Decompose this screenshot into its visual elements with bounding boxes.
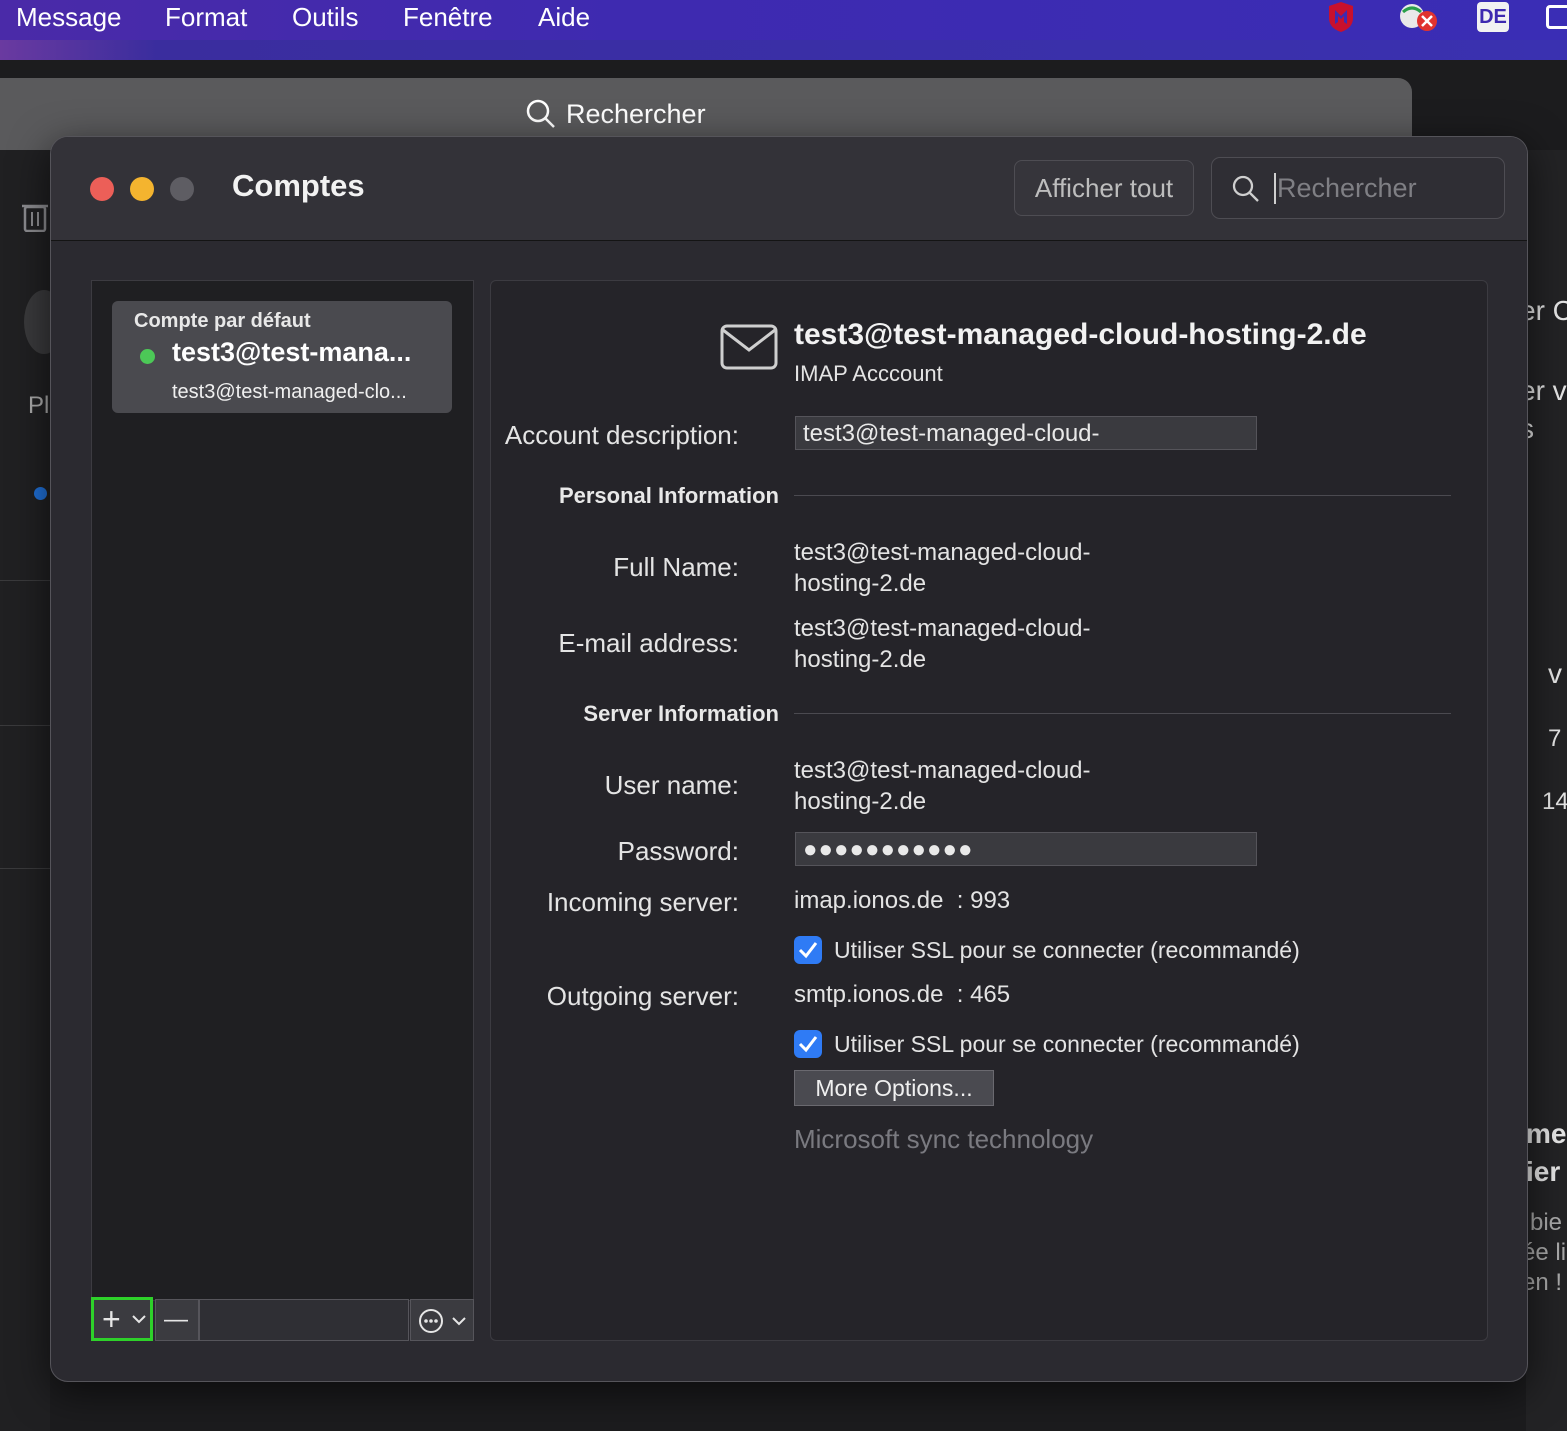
preview-text-fragment: me [1526,1118,1567,1149]
menu-bar-stripe [0,40,1567,60]
remove-account-button[interactable]: — [155,1299,199,1341]
preview-text-fragment: ée li [1526,1239,1567,1266]
accounts-dialog: Comptes Afficher tout Rechercher Compte … [50,136,1528,1382]
incoming-ssl-checkbox[interactable] [794,936,822,964]
menu-fenetre[interactable]: Fenêtre [403,0,493,34]
network-error-icon[interactable] [1395,2,1439,32]
preview-text-fragment: bie [1530,1209,1563,1236]
account-list-item[interactable]: Compte par défaut test3@test-mana... tes… [112,301,452,413]
full-name-value: test3@test-managed-cloud- hosting-2.de [794,537,1091,599]
menu-message[interactable]: Message [16,0,122,34]
full-name-line: hosting-2.de [794,570,927,597]
account-description-label: Account description: [504,420,739,450]
personal-info-heading: Personal Information [558,483,779,508]
menu-outils[interactable]: Outils [292,0,358,34]
search-placeholder: Rechercher [1274,173,1417,204]
dialog-title: Comptes [232,168,365,203]
trash-icon[interactable] [22,200,48,232]
ellipsis-circle-icon [419,1309,443,1333]
chevron-down-icon [132,1315,146,1324]
menu-aide[interactable]: Aide [538,0,590,34]
account-type: IMAP Acccount [794,361,943,386]
preview-text-fragment: ier [1526,1156,1561,1187]
account-list-toolbar: + — [91,1297,474,1341]
account-name: test3@test-mana... [172,337,412,367]
preview-text-fragment: er v [1526,375,1567,406]
minimize-button[interactable] [130,177,154,201]
account-email: test3@test-managed-clo... [172,381,407,403]
password-field[interactable]: ●●●●●●●●●●● [795,832,1257,866]
checkmark-icon [798,1036,818,1053]
mail-preview-pane: er C er v s v 7 14 me ier bie ée li en ! [1526,150,1567,1431]
mail-search-label: Rechercher [566,98,706,129]
toolbar-spacer [199,1299,409,1341]
full-name-line: test3@test-managed-cloud- [794,539,1091,566]
checkmark-icon [798,942,818,959]
search-icon [1232,175,1259,202]
divider [794,495,1451,496]
default-account-header: Compte par défaut [134,310,311,332]
preview-text-fragment: 7 [1548,725,1562,752]
email-label: E-mail address: [558,628,739,658]
mcafee-shield-icon[interactable] [1325,2,1357,32]
full-name-label: Full Name: [613,552,739,582]
email-line: test3@test-managed-cloud- [794,615,1091,642]
username-line: hosting-2.de [794,788,927,815]
incoming-server-value: imap.ionos.de : 993 [794,887,1011,914]
email-value: test3@test-managed-cloud- hosting-2.de [794,613,1091,675]
outgoing-server-value: smtp.ionos.de : 465 [794,981,1011,1008]
preview-text-fragment: 14 [1542,788,1567,815]
divider [794,713,1451,714]
search-icon [526,99,555,128]
chevron-down-icon [452,1317,466,1326]
preview-text-fragment: en ! [1526,1269,1563,1296]
username-value: test3@test-managed-cloud- hosting-2.de [794,755,1091,817]
outgoing-ssl-checkbox[interactable] [794,1030,822,1058]
unread-dot [34,487,47,500]
username-line: test3@test-managed-cloud- [794,757,1091,784]
dialog-search-input[interactable]: Rechercher [1211,157,1505,219]
incoming-server-label: Incoming server: [546,887,739,917]
email-line: hosting-2.de [794,646,927,673]
mail-sidebar: Pl [0,150,64,1431]
status-online-icon [140,349,155,364]
plus-icon: + [102,1301,121,1337]
outgoing-ssl-label: Utiliser SSL pour se connecter (recomman… [834,1031,1300,1057]
incoming-ssl-label: Utiliser SSL pour se connecter (recomman… [834,937,1300,963]
mail-search[interactable]: Rechercher [526,96,706,132]
server-info-heading: Server Information [583,701,779,726]
preview-text-fragment: v [1548,658,1562,689]
outgoing-server-label: Outgoing server: [546,981,739,1011]
account-details-pane: test3@test-managed-cloud-hosting-2.de IM… [490,280,1488,1341]
menu-format[interactable]: Format [165,0,247,34]
account-actions-button[interactable] [410,1299,474,1341]
dialog-titlebar: Comptes Afficher tout Rechercher [51,137,1527,241]
display-icon[interactable] [1546,5,1567,29]
more-options-button[interactable]: More Options... [794,1070,994,1106]
envelope-icon [720,324,778,370]
add-account-button[interactable]: + [91,1297,153,1341]
sidebar-fragment: Pl [28,392,50,419]
minus-icon: — [164,1306,188,1333]
preview-text-fragment: er C [1526,295,1567,326]
keyboard-layout-de[interactable]: DE [1477,2,1509,32]
close-button[interactable] [90,177,114,201]
zoom-button[interactable] [170,177,194,201]
password-label: Password: [617,836,739,866]
show-all-button[interactable]: Afficher tout [1014,160,1194,216]
menu-bar: Message Format Outils Fenêtre Aide DE [0,0,1567,60]
account-list: Compte par défaut test3@test-mana... tes… [91,280,474,1301]
account-title: test3@test-managed-cloud-hosting-2.de [794,318,1367,351]
username-label: User name: [604,770,739,800]
microsoft-sync-label: Microsoft sync technology [794,1124,1094,1154]
account-description-field[interactable]: test3@test-managed-cloud- [795,416,1257,450]
